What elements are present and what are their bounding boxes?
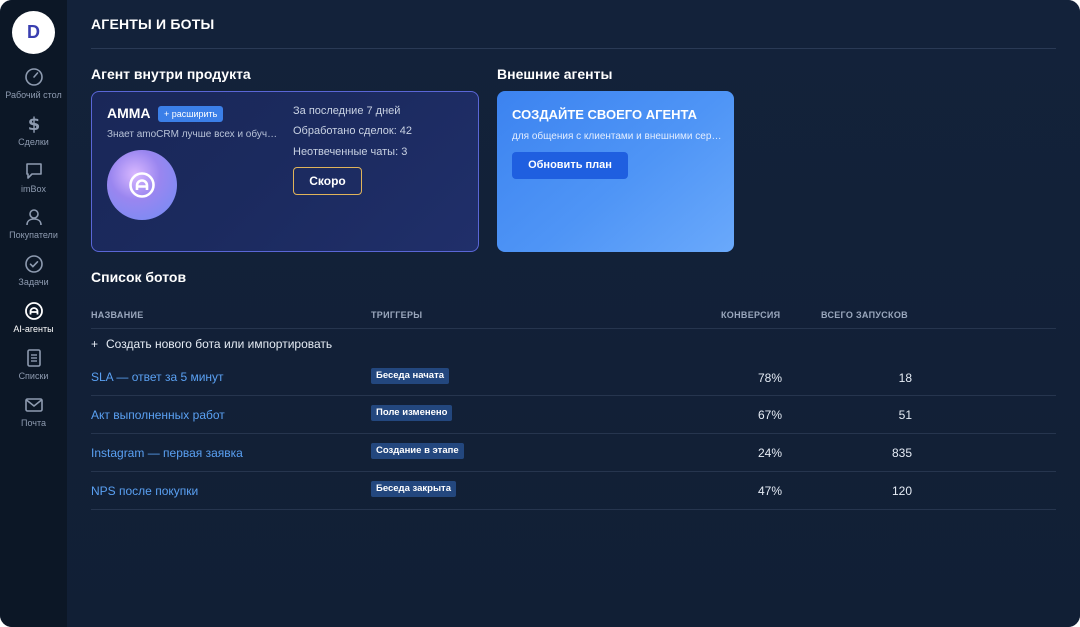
sidebar-item-label: Задачи	[18, 277, 49, 287]
sidebar-item-deals[interactable]: $ Сделки	[0, 114, 67, 147]
sidebar-item-ai-agents[interactable]: AI-агенты	[0, 301, 67, 334]
create-agent-subtitle: для общения с клиентами и внешними серви…	[512, 131, 724, 142]
create-bot-link[interactable]: + Создать нового бота или импортировать	[91, 337, 332, 351]
account-avatar[interactable]: D	[12, 11, 55, 54]
chat-icon	[25, 163, 42, 179]
agent-description: Знает amoCRM лучше всех и обучает вас	[107, 129, 279, 140]
sidebar-item-label: AI-агенты	[13, 324, 54, 334]
app-window: D Рабочий стол $ Сделки imBox Покупатели…	[0, 0, 1080, 627]
conversion-value: 24%	[757, 446, 782, 460]
trigger-badge: Беседа закрыта	[371, 481, 456, 497]
stats-period: За последние 7 дней	[293, 105, 401, 117]
bot-name-link[interactable]: Instagram — первая заявка	[91, 446, 243, 460]
bot-name-link[interactable]: Акт выполненных работ	[91, 408, 225, 422]
create-agent-title: СОЗДАЙТЕ СВОЕГО АГЕНТА	[512, 107, 698, 122]
table-row-divider	[91, 509, 1056, 510]
bots-section-title: Список ботов	[91, 269, 187, 285]
header-divider	[91, 48, 1056, 49]
column-header-conversion[interactable]: КОНВЕРСИЯ	[721, 310, 780, 320]
column-header-name[interactable]: НАЗВАНИЕ	[91, 310, 144, 320]
soon-button[interactable]: Скоро	[293, 167, 362, 195]
sidebar-item-dashboard[interactable]: Рабочий стол	[0, 67, 67, 100]
page-title: АГЕНТЫ И БОТЫ	[91, 16, 215, 32]
mail-icon	[24, 398, 43, 412]
plus-icon: +	[91, 337, 99, 351]
conversion-value: 78%	[757, 371, 782, 385]
column-header-runs[interactable]: ВСЕГО ЗАПУСКОВ	[821, 310, 908, 320]
external-agents-section-title: Внешние агенты	[497, 66, 613, 82]
sidebar-item-label: Почта	[21, 418, 46, 428]
trigger-badge: Создание в этапе	[371, 443, 464, 459]
trigger-badge: Поле изменено	[371, 405, 453, 421]
table-row-divider	[91, 395, 1056, 396]
product-agent-section-title: Агент внутри продукта	[91, 66, 251, 82]
create-agent-card[interactable]: СОЗДАЙТЕ СВОЕГО АГЕНТА для общения с кли…	[497, 91, 734, 252]
svg-text:$: $	[27, 114, 40, 134]
expand-button[interactable]: + расширить	[158, 106, 224, 122]
sidebar-item-mail[interactable]: Почта	[0, 395, 67, 428]
stats-deals: Обработано сделок: 42	[293, 125, 413, 137]
agent-name: AMMA	[107, 105, 151, 121]
stats-unanswered-chats: Неотвеченные чаты: 3	[293, 146, 408, 158]
sidebar-item-label: Покупатели	[9, 230, 58, 240]
conversion-value: 47%	[757, 484, 782, 498]
ai-agent-icon	[129, 172, 155, 198]
gauge-icon	[24, 68, 43, 86]
trigger-badge: Беседа начата	[371, 368, 450, 384]
list-doc-icon	[26, 349, 41, 367]
column-header-triggers[interactable]: ТРИГГЕРЫ	[371, 310, 422, 320]
sidebar-item-customers[interactable]: Покупатели	[0, 207, 67, 240]
sidebar-item-imbox[interactable]: imBox	[0, 161, 67, 194]
table-divider	[91, 328, 1056, 329]
runs-value: 18	[898, 371, 912, 385]
table-row-divider	[91, 433, 1056, 434]
ai-agent-icon	[24, 302, 43, 320]
sidebar: D Рабочий стол $ Сделки imBox Покупатели…	[0, 0, 67, 627]
user-icon	[25, 209, 42, 226]
sidebar-item-label: Сделки	[18, 137, 49, 147]
logo-letter: D	[27, 22, 40, 42]
check-circle-icon	[24, 255, 43, 273]
sidebar-item-label: Рабочий стол	[5, 90, 62, 100]
dollar-icon: $	[27, 114, 40, 134]
create-bot-label: Создать нового бота или импортировать	[106, 337, 333, 351]
agent-avatar	[107, 150, 177, 220]
conversion-value: 67%	[757, 408, 782, 422]
bot-name-link[interactable]: SLA — ответ за 5 минут	[91, 370, 224, 384]
bot-name-link[interactable]: NPS после покупки	[91, 484, 198, 498]
runs-value: 120	[891, 484, 912, 498]
runs-value: 51	[898, 408, 912, 422]
sidebar-item-label: Списки	[18, 371, 49, 381]
sidebar-item-label: imBox	[20, 184, 46, 194]
upgrade-plan-button[interactable]: Обновить план	[512, 152, 628, 179]
sidebar-item-lists[interactable]: Списки	[0, 348, 67, 381]
runs-value: 835	[891, 446, 912, 460]
main-content: АГЕНТЫ И БОТЫ Агент внутри продукта Внеш…	[67, 0, 1080, 627]
sidebar-item-tasks[interactable]: Задачи	[0, 254, 67, 287]
table-row-divider	[91, 471, 1056, 472]
amma-agent-card[interactable]: AMMA + расширить Знает amoCRM лучше всех…	[91, 91, 479, 252]
